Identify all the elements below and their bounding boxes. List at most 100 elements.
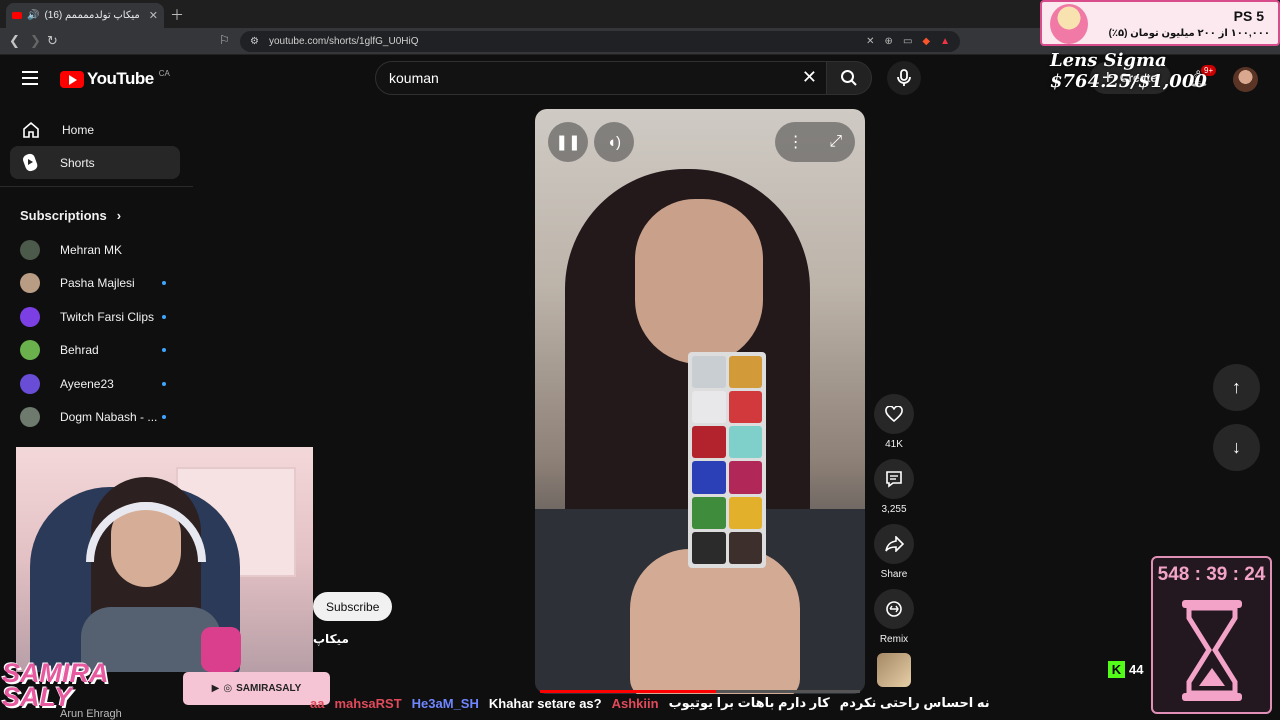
volume-button[interactable]: ◖) [594,122,634,162]
channel-avatar [20,240,40,260]
chat-message: Khahar setare as? [488,695,602,711]
url-text: youtube.com/shorts/1glfG_U0HiQ [268,36,419,47]
share-label: Share [880,569,908,580]
new-content-dot [162,281,166,286]
channel-name: Behrad [60,343,99,358]
pause-icon: ❚❚ [555,134,581,151]
youtube-small-icon: ▶ [211,683,220,694]
comment-count: 3,255 [881,504,907,515]
channel-avatar [20,340,40,361]
arrow-down-icon: ↓ [1232,437,1241,457]
microphone-icon [897,69,911,86]
heart-icon [885,405,903,422]
palette-swatch [692,356,726,389]
goal-progress-text: ۱۰۰,۰۰۰ از ۲۰۰ میلیون تومان (۵٪) [1108,28,1270,39]
like-button[interactable]: 41K [874,394,914,450]
kick-viewers: 44 [1129,662,1144,677]
sidebar-item-shorts[interactable]: Shorts [10,146,180,179]
browser-tab[interactable]: 🔊 (16) میکاپ تولدممممم ✕ [6,3,164,28]
new-content-dot [162,381,166,386]
sidebar-divider [0,186,193,187]
new-tab-button[interactable]: ＋ [170,5,184,25]
subscriptions-title: Subscriptions [20,208,107,223]
site-info-icon[interactable]: ⚙ [250,36,259,47]
donation-goal-widget: PS 5 ۱۰۰,۰۰۰ از ۲۰۰ میلیون تومان (۵٪) [1040,0,1280,46]
zoom-icon[interactable]: ⊕ [885,36,893,47]
short-title: میکاپ [313,632,349,646]
subscription-item[interactable]: Twitch Farsi Clips [20,306,170,328]
channel-name: Twitch Farsi Clips [60,309,155,324]
sidebar-item-home[interactable]: Home [10,113,180,146]
kick-viewer-count: K 44 [1108,661,1143,678]
remix-label: Remix [879,634,909,645]
social-handle: SAMIRASALY [236,683,302,694]
makeup-palette [688,352,766,568]
palette-swatch [692,391,726,424]
palette-swatch [692,496,726,529]
logo-text: YouTube [87,69,154,88]
back-icon[interactable]: ❮ [9,33,20,49]
sound-channel-thumbnail[interactable] [877,653,911,687]
close-tab-icon[interactable]: ✕ [149,9,158,22]
rewards-icon[interactable]: ▲ [940,36,950,47]
subscribe-button[interactable]: Subscribe [313,592,393,621]
more-options-icon[interactable]: ⋮ [788,132,804,152]
webcam-overlay [16,447,313,672]
previous-short-button[interactable]: ↑ [1213,364,1260,411]
chat-username: Ashkiin [611,695,659,711]
chat-ticker: aa mahsaRST He3aM_SH Khahar setare as? Ashki… [310,693,1150,713]
goal-title: PS 5 [1233,8,1264,24]
subscription-item[interactable]: Mehran MK [20,239,170,261]
streamer-brand: SAMIRA SALY [2,660,109,712]
reload-icon[interactable]: ↻ [47,33,58,49]
chat-username: aa [310,695,325,711]
subscription-item[interactable]: Pasha Majlesi [20,272,170,294]
next-short-button[interactable]: ↓ [1213,424,1260,471]
subscription-item[interactable]: Dogm Nabash - ... [20,406,170,428]
channel-name: Ayeene23 [60,376,114,391]
forward-icon[interactable]: ❯ [30,33,41,49]
comments-button[interactable]: 3,255 [874,459,914,515]
brave-shield-icon[interactable]: ◆ [922,36,930,47]
shorts-video-player[interactable]: ❚❚ ◖) ⋮ ⤢ [535,109,865,694]
video-person-hand [630,549,800,694]
youtube-logo[interactable]: YouTube CA [60,69,170,89]
channel-avatar [20,306,40,327]
subathon-timer: 548 : 39 : 24 [1151,556,1272,714]
voice-search-button[interactable] [887,61,921,95]
audio-icon[interactable]: 🔊 [27,10,39,21]
comment-icon [886,471,902,488]
chat-username: mahsaRST [334,695,402,711]
fullscreen-icon[interactable]: ⤢ [829,133,842,151]
subscription-item[interactable]: Behrad [20,339,170,361]
volume-icon: ◖) [606,133,622,151]
subscriptions-heading[interactable]: Subscriptions › [20,208,121,223]
new-content-dot [162,314,166,319]
timer-digits: 548 : 39 : 24 [1157,564,1266,585]
search-button[interactable] [826,61,872,95]
address-bar[interactable]: ⚙ youtube.com/shorts/1glfG_U0HiQ ✕ ⊕ ▭ ◆… [240,31,960,52]
shorts-icon [23,153,38,172]
pause-button[interactable]: ❚❚ [548,122,588,162]
menu-icon[interactable] [22,71,38,89]
share-icon [884,536,904,552]
chat-message: کار دارم باهات برا یوتیوب [668,695,830,710]
home-icon [23,121,39,138]
channel-avatar [20,273,40,294]
palette-swatch [728,496,762,529]
bookmark-icon[interactable]: ⚐ [219,33,230,47]
remix-button[interactable]: Remix [874,589,914,645]
subscription-item[interactable]: Ayeene23 [20,373,170,395]
arrow-up-icon: ↑ [1232,377,1241,397]
country-code: CA [158,68,170,78]
palette-swatch [728,531,762,564]
instagram-icon: ◎ [223,683,233,694]
like-count: 41K [885,439,903,450]
clear-search-icon[interactable]: ✕ [802,67,817,88]
mute-icon[interactable]: ✕ [866,36,874,47]
brand-line-2: SALY [2,682,73,712]
share-button[interactable]: Share [874,524,914,580]
sidebar-item-label: Shorts [60,155,95,170]
cast-icon[interactable]: ▭ [903,36,912,47]
search-input[interactable]: kouman ✕ [375,61,830,95]
